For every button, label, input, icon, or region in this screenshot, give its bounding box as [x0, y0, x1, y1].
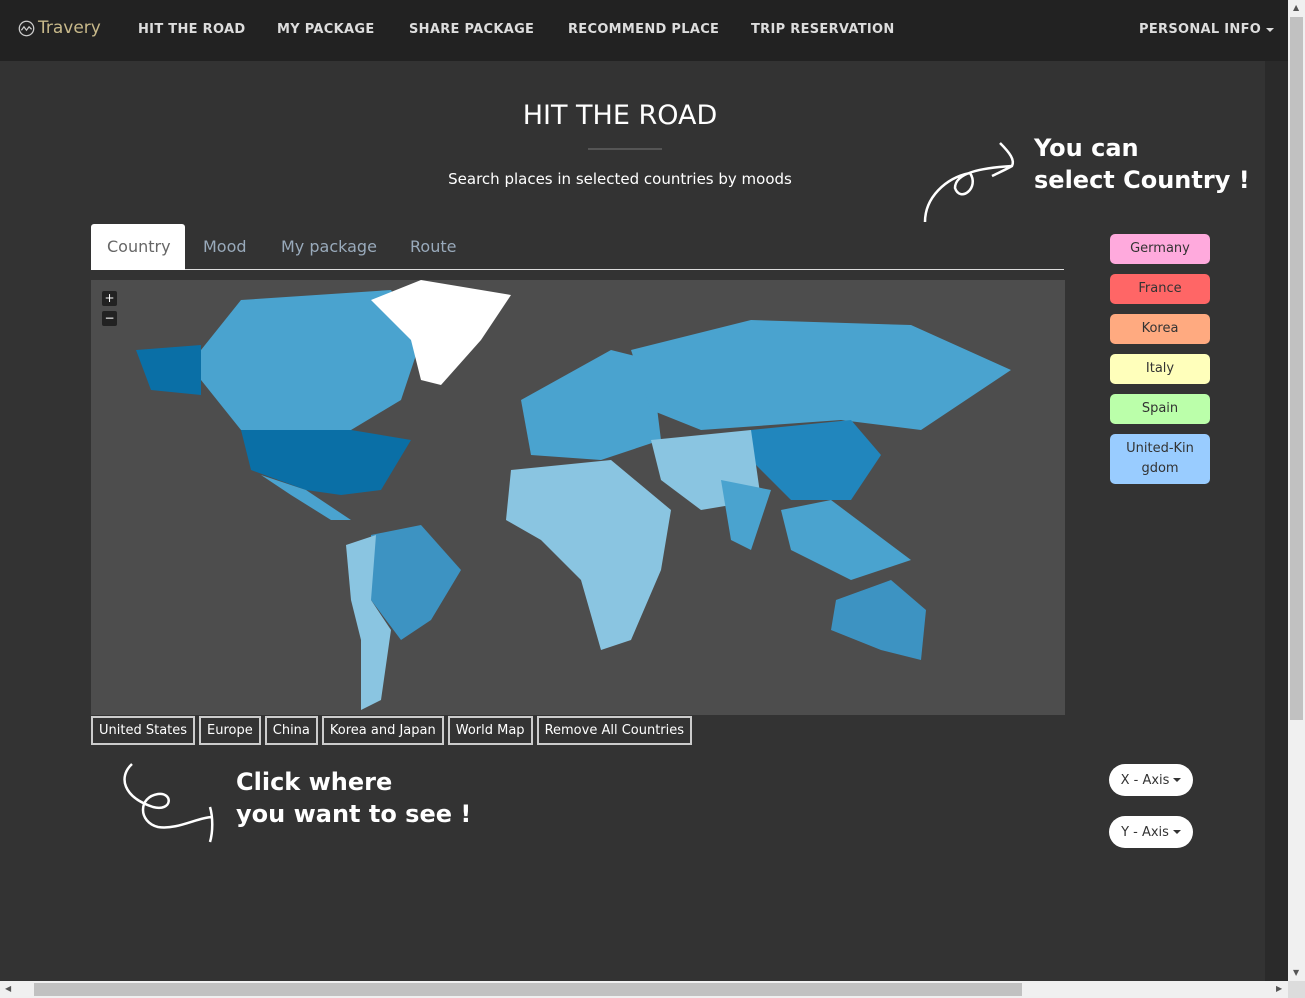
brand-logo[interactable]: Travery [18, 18, 101, 38]
scrollbar-corner [1288, 981, 1305, 998]
country-alaska [136, 345, 201, 395]
tab-my-package[interactable]: My package [265, 224, 393, 270]
nav-share-package[interactable]: SHARE PACKAGE [409, 22, 534, 37]
x-axis-dropdown[interactable]: X - Axis [1109, 764, 1193, 796]
country-united-kingdom-button[interactable]: United-Kingdom [1110, 434, 1210, 484]
country-africa [506, 460, 671, 650]
country-italy-button[interactable]: Italy [1110, 354, 1210, 384]
country-russia [631, 320, 1011, 430]
tab-bar: Country Mood My package Route [91, 224, 1064, 270]
country-india [721, 480, 771, 550]
country-label: Italy [1145, 361, 1175, 376]
country-australia [831, 580, 926, 660]
wave-circle-icon [18, 20, 35, 36]
side-gutter [1265, 61, 1288, 981]
scroll-left-icon[interactable]: ◀ [5, 984, 11, 993]
region-europe-button[interactable]: Europe [199, 716, 261, 745]
caret-down-icon [1265, 27, 1274, 32]
country-label: France [1138, 281, 1182, 296]
world-map[interactable]: + − [91, 280, 1065, 715]
region-world-map-button[interactable]: World Map [447, 716, 533, 745]
nav-personal-info[interactable]: PERSONAL INFO [1139, 22, 1274, 37]
country-spain-button[interactable]: Spain [1110, 394, 1210, 424]
note-click-where: Click where you want to see ! [236, 768, 472, 828]
nav-trip-reservation[interactable]: TRIP RESERVATION [751, 22, 895, 37]
navbar: Travery HIT THE ROAD MY PACKAGE SHARE PA… [0, 0, 1288, 61]
country-label: United-Kingdom [1126, 441, 1194, 476]
hand-drawn-arrow-icon [123, 763, 214, 843]
nav-recommend-place[interactable]: RECOMMEND PLACE [568, 22, 719, 37]
world-map-svg [136, 280, 1011, 710]
remove-all-countries-button[interactable]: Remove All Countries [536, 716, 693, 745]
zoom-in-button[interactable]: + [102, 291, 117, 306]
country-label: Korea [1141, 321, 1179, 336]
country-label: Germany [1130, 241, 1190, 256]
country-se-asia [781, 500, 911, 580]
hand-drawn-arrow-icon [923, 142, 1015, 223]
horizontal-scrollbar[interactable]: ◀ ▶ [0, 981, 1288, 998]
caret-down-icon [1173, 778, 1182, 782]
brand-name: Travery [38, 18, 101, 38]
page-title: HIT THE ROAD [522, 100, 718, 131]
vertical-scroll-thumb[interactable] [1290, 17, 1303, 720]
y-axis-label: Y - Axis [1121, 824, 1169, 840]
region-china-button[interactable]: China [264, 716, 318, 745]
title-divider [588, 148, 662, 150]
country-france-button[interactable]: France [1110, 274, 1210, 304]
region-button-group: United States Europe China Korea and Jap… [91, 716, 693, 745]
tab-route[interactable]: Route [394, 224, 472, 270]
caret-down-icon [1172, 830, 1181, 834]
country-usa [241, 430, 411, 495]
country-label: Spain [1141, 401, 1179, 416]
x-axis-label: X - Axis [1120, 772, 1170, 788]
personal-info-label: PERSONAL INFO [1139, 22, 1262, 37]
region-united-states-button[interactable]: United States [91, 716, 196, 745]
scroll-up-icon[interactable]: ▲ [1293, 3, 1299, 12]
y-axis-dropdown[interactable]: Y - Axis [1109, 816, 1193, 848]
tab-country[interactable]: Country [91, 224, 185, 270]
country-china [751, 420, 881, 500]
country-germany-button[interactable]: Germany [1110, 234, 1210, 264]
tab-mood[interactable]: Mood [187, 224, 263, 270]
nav-my-package[interactable]: MY PACKAGE [277, 22, 375, 37]
scroll-down-icon[interactable]: ▼ [1293, 968, 1299, 977]
zoom-out-button[interactable]: − [102, 311, 117, 326]
nav-hit-the-road[interactable]: HIT THE ROAD [138, 22, 245, 37]
note-select-country: You can select Country ! [1034, 134, 1250, 194]
country-korea-button[interactable]: Korea [1110, 314, 1210, 344]
horizontal-scroll-thumb[interactable] [34, 983, 1022, 996]
scroll-right-icon[interactable]: ▶ [1276, 984, 1282, 993]
vertical-scrollbar[interactable]: ▲ ▼ [1288, 0, 1305, 981]
region-korea-japan-button[interactable]: Korea and Japan [321, 716, 444, 745]
